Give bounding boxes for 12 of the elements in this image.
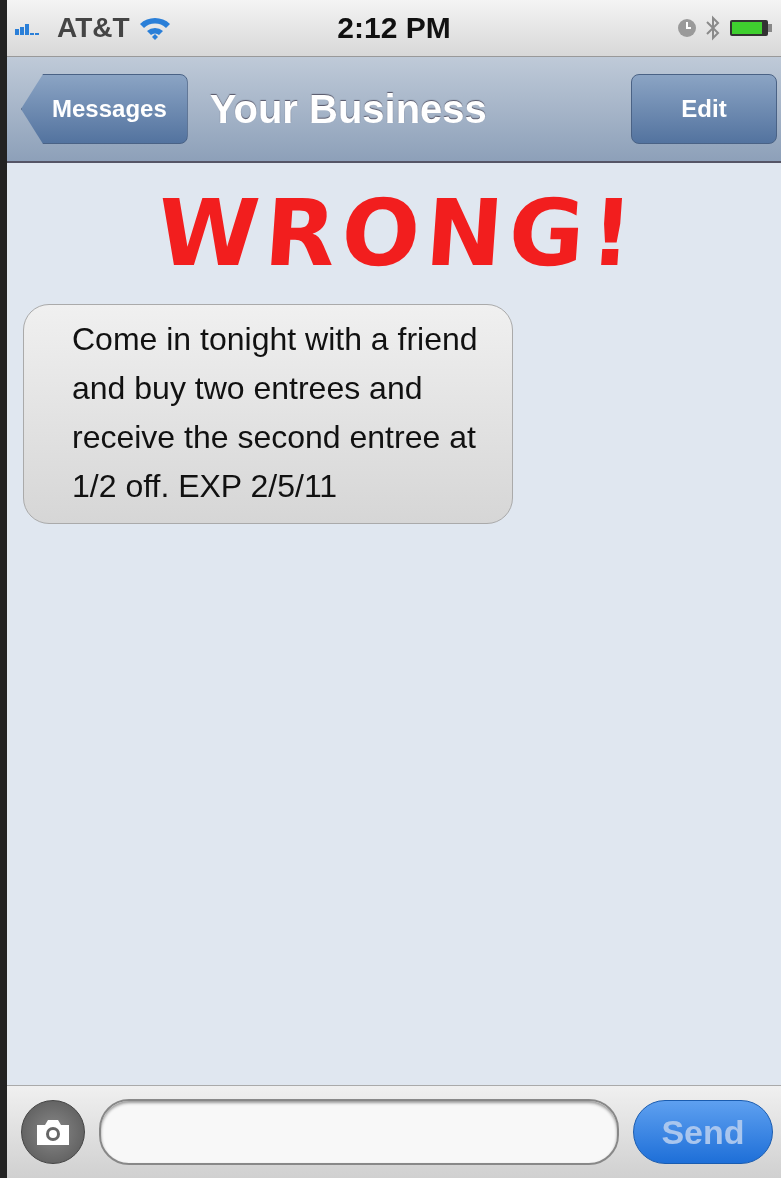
conversation-title: Your Business [209, 86, 487, 132]
carrier-name: AT&T [57, 12, 130, 44]
camera-icon [35, 1117, 71, 1147]
edit-button[interactable]: Edit [631, 74, 777, 144]
clock-time: 2:12 PM [337, 11, 451, 45]
back-button[interactable]: Messages [21, 74, 188, 144]
battery-icon [729, 18, 773, 38]
bluetooth-icon [705, 14, 721, 42]
handwritten-annotation: WRONG! [152, 183, 644, 285]
message-bubble: Come in tonight with a friend and buy two entrees and receive the second entree at 1/2 off. EXP 2/5/11 [23, 304, 513, 525]
clock-icon [677, 18, 697, 38]
message-input-field[interactable] [99, 1099, 619, 1165]
